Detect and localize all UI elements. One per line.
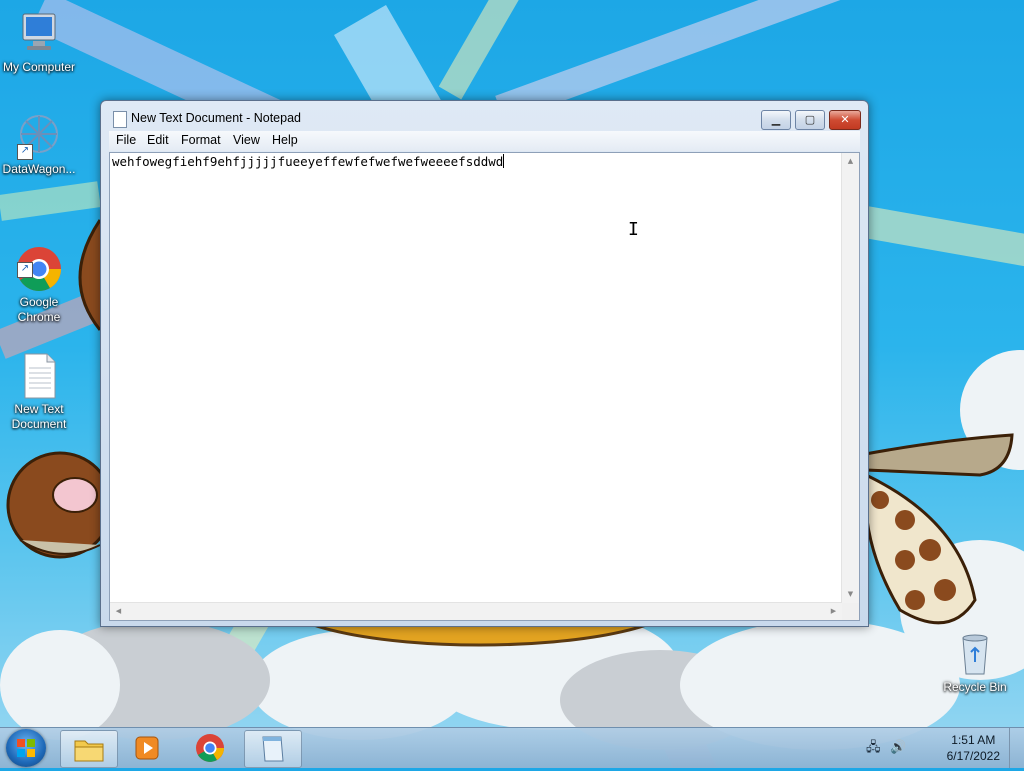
computer-icon xyxy=(15,10,63,58)
notepad-icon xyxy=(113,111,127,128)
windows-logo-icon xyxy=(17,739,35,757)
recycle-bin-icon xyxy=(951,630,999,678)
chrome-icon xyxy=(196,734,224,762)
scroll-corner xyxy=(842,603,859,620)
menu-view[interactable]: View xyxy=(233,133,260,147)
desktop-icon-recycle-bin[interactable]: Recycle Bin xyxy=(936,630,1014,695)
menu-format[interactable]: Format xyxy=(181,133,221,147)
scroll-up-arrow-icon[interactable]: ▲ xyxy=(842,153,859,170)
menu-bar: File Edit Format View Help xyxy=(109,131,860,151)
folder-icon xyxy=(74,740,104,762)
desktop-icon-new-text-document[interactable]: New Text Document xyxy=(0,322,78,447)
close-button[interactable]: ✕ xyxy=(829,110,861,130)
taskbar-media-player[interactable] xyxy=(120,730,176,766)
notepad-icon xyxy=(262,736,284,762)
desktop-icon-label: Recycle Bin xyxy=(943,680,1007,694)
taskbar-windows-explorer[interactable] xyxy=(60,730,118,768)
document-text: wehfowegfiehf9ehfjjjjjfueeyeffewfefwefwe… xyxy=(112,154,504,169)
start-button[interactable] xyxy=(6,729,46,767)
desktop-icon-datawagon[interactable]: ↗ DataWagon... xyxy=(0,112,78,177)
scroll-down-arrow-icon[interactable]: ▼ xyxy=(842,586,859,603)
menu-help[interactable]: Help xyxy=(272,133,298,147)
desktop-icon-label: Google Chrome xyxy=(17,295,61,324)
menu-file[interactable]: File xyxy=(116,133,136,147)
notepad-window[interactable]: New Text Document - Notepad ▁ ▢ ✕ File E… xyxy=(100,100,869,627)
minimize-button[interactable]: ▁ xyxy=(761,110,791,130)
scroll-right-arrow-icon[interactable]: ▶ xyxy=(825,603,842,620)
scroll-left-arrow-icon[interactable]: ◀ xyxy=(110,603,127,620)
show-desktop-button[interactable] xyxy=(1009,728,1024,768)
taskbar-notepad[interactable] xyxy=(244,730,302,768)
desktop-icon-my-computer[interactable]: My Computer xyxy=(0,10,78,75)
maximize-button[interactable]: ▢ xyxy=(795,110,825,130)
menu-edit[interactable]: Edit xyxy=(147,133,169,147)
desktop-icon-label: New Text Document xyxy=(11,402,67,431)
text-editor[interactable]: wehfowegfiehf9ehfjjjjjfueeyeffewfefwefwe… xyxy=(112,154,841,602)
desktop-icon-label: DataWagon... xyxy=(2,162,76,176)
chrome-icon: ↗ xyxy=(15,230,63,291)
shortcut-arrow-icon: ↗ xyxy=(17,144,33,160)
mouse-ibeam-cursor-icon: I xyxy=(628,219,639,240)
vertical-scrollbar[interactable]: ▲ ▼ xyxy=(841,153,859,603)
window-title: New Text Document - Notepad xyxy=(131,111,301,125)
network-icon[interactable]: 🖧 xyxy=(866,740,882,756)
text-area-container[interactable]: wehfowegfiehf9ehfjjjjjfueeyeffewfefwefwe… xyxy=(109,152,860,621)
media-player-icon xyxy=(135,736,159,760)
desktop-icon-label: My Computer xyxy=(2,60,76,74)
shortcut-arrow-icon: ↗ xyxy=(17,262,33,278)
horizontal-scrollbar[interactable]: ◀ ▶ xyxy=(110,602,842,620)
clock-date: 6/17/2022 xyxy=(946,749,1000,763)
system-clock[interactable]: 1:51 AM 6/17/2022 xyxy=(947,732,1000,764)
datawagon-icon: ↗ xyxy=(15,112,63,160)
taskbar: 🖧 🔊 1:51 AM 6/17/2022 xyxy=(0,727,1024,768)
clock-time: 1:51 AM xyxy=(951,733,996,747)
volume-icon[interactable]: 🔊 xyxy=(890,740,906,756)
text-file-icon xyxy=(15,337,63,399)
taskbar-google-chrome[interactable] xyxy=(182,730,238,766)
text-caret xyxy=(503,154,505,168)
